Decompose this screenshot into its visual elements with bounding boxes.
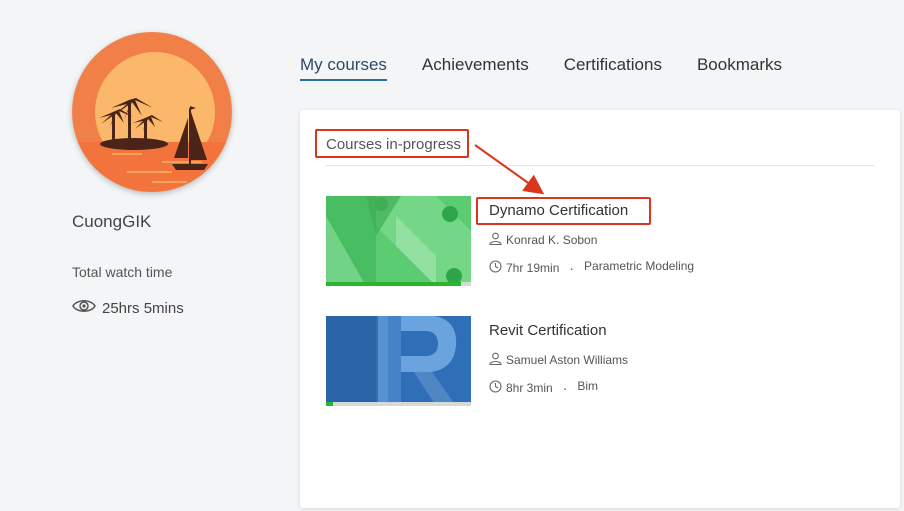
course-info-row: 8hr 3min · Bim (489, 379, 599, 396)
course-category: Bim (577, 379, 599, 393)
course-author: Samuel Aston Williams (506, 353, 629, 367)
tab-certifications[interactable]: Certifications (564, 55, 662, 81)
clock-icon (489, 380, 502, 396)
tab-my-courses[interactable]: My courses (300, 55, 387, 81)
user-icon (489, 352, 502, 368)
course-category: Parametric Modeling (584, 259, 695, 273)
course-duration: 7hr 19min (506, 261, 560, 275)
watch-time-row: 25hrs 5mins (72, 298, 184, 318)
watch-time-value: 25hrs 5mins (102, 299, 184, 317)
course-progress-fill (326, 402, 334, 406)
profile-tabs: My courses Achievements Certifications B… (300, 55, 817, 81)
section-title: Courses in-progress (326, 136, 462, 153)
course-thumbnail-dynamo[interactable] (326, 196, 471, 286)
eye-icon (72, 298, 96, 318)
user-icon (489, 232, 502, 248)
separator-dot: · (562, 380, 568, 396)
course-author-row: Konrad K. Sobon (489, 232, 597, 248)
beach-sunset-icon (72, 32, 232, 192)
clock-icon (489, 260, 502, 276)
courses-panel: Courses in-progress Dynamo Certification… (300, 110, 900, 508)
course-title-dynamo[interactable]: Dynamo Certification (489, 202, 628, 219)
course-author-row: Samuel Aston Williams (489, 352, 628, 368)
watch-time-label: Total watch time (72, 264, 173, 280)
avatar[interactable] (72, 32, 232, 192)
course-info-row: 7hr 19min · Parametric Modeling (489, 259, 695, 276)
course-duration: 8hr 3min (506, 381, 553, 395)
course-title-revit[interactable]: Revit Certification (489, 322, 607, 339)
course-author: Konrad K. Sobon (506, 233, 598, 247)
course-progress-fill (326, 282, 461, 286)
course-progress-track (326, 402, 471, 406)
tab-bookmarks[interactable]: Bookmarks (697, 55, 782, 81)
username: CuongGIK (72, 212, 152, 231)
tab-achievements[interactable]: Achievements (422, 55, 529, 81)
course-thumbnail-revit[interactable] (326, 316, 471, 406)
course-progress-track (326, 282, 471, 286)
section-divider (326, 165, 874, 166)
separator-dot: · (569, 260, 575, 276)
